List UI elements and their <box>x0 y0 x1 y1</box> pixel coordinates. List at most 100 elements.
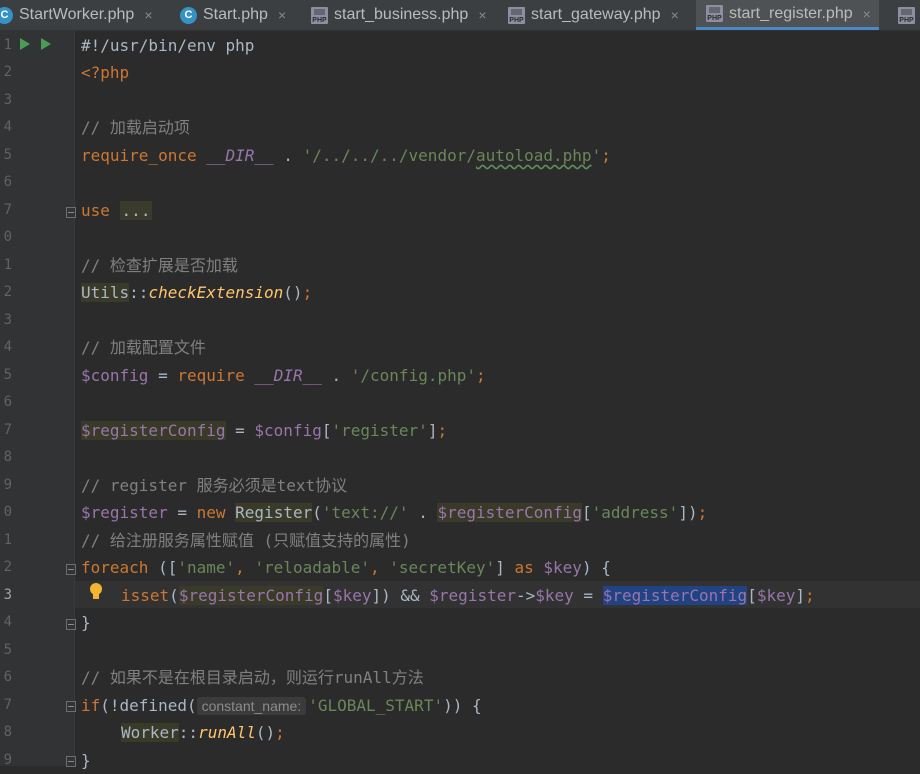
line-number: 7 <box>3 422 12 438</box>
variable-selected: $registerConfig <box>602 586 748 605</box>
close-icon[interactable]: × <box>671 7 679 23</box>
line-number: 2 <box>3 284 12 300</box>
tab-label: Start.php <box>203 6 268 23</box>
line-number: 5 <box>3 642 12 658</box>
php-file-icon: PHP <box>706 5 723 22</box>
code-line-current: isset($registerConfig[$key]) && $registe… <box>121 582 815 609</box>
function: (!defined( <box>100 696 197 715</box>
keyword: as <box>514 558 534 577</box>
operator: . <box>273 146 303 165</box>
line-number: 9 <box>3 752 12 768</box>
comment: // 加载启动项 <box>81 118 190 137</box>
comma: , <box>370 558 390 577</box>
semicolon: ; <box>437 421 448 440</box>
code-line: } <box>81 747 91 774</box>
string-path-link[interactable]: autoload.php <box>476 146 592 165</box>
operator: :: <box>178 723 199 742</box>
code-line: } <box>81 609 91 636</box>
variable: $key <box>332 586 372 605</box>
parens: () <box>283 283 303 302</box>
brace: )) { <box>443 696 482 715</box>
parameter-hint: constant_name: <box>196 697 307 715</box>
bracket: ]) <box>678 503 698 522</box>
variable: $config <box>81 366 149 385</box>
code-line: #!/usr/bin/env php <box>81 32 254 59</box>
tab-start-register[interactable]: PHP start_register.php × <box>696 0 879 30</box>
code-line: // 给注册服务属性赋值 (只赋值支持的属性) <box>81 527 411 554</box>
code-line: // 加载启动项 <box>81 114 190 141</box>
line-number: 1 <box>3 257 12 273</box>
close-icon[interactable]: × <box>144 7 152 23</box>
close-icon[interactable]: × <box>863 6 871 22</box>
operator: = <box>573 586 603 605</box>
code-editor[interactable]: #!/usr/bin/env php <?php // 加载启动项 requir… <box>75 31 920 770</box>
close-icon[interactable]: × <box>278 7 286 23</box>
line-number: 9 <box>3 477 12 493</box>
tab-start-business[interactable]: PHP start_business.php × <box>311 0 487 30</box>
tab-label: StartWorker.php <box>19 6 135 23</box>
parens: () <box>255 723 276 742</box>
tab-start[interactable]: C Start.php × <box>180 0 286 30</box>
brace: ) { <box>581 558 611 577</box>
run-icon[interactable] <box>20 38 30 50</box>
code-line: $register = new Register('text://' . $re… <box>81 499 707 526</box>
code-line: use ... <box>81 197 153 224</box>
string: 'secretKey' <box>389 558 496 577</box>
comment: // 检查扩展是否加载 <box>81 256 238 275</box>
paren: ( <box>312 503 322 522</box>
line-number: 2 <box>3 559 12 575</box>
run-all-icon[interactable] <box>41 38 51 50</box>
variable: $config <box>254 421 322 440</box>
string: 'name' <box>177 558 236 577</box>
operator: -> <box>515 586 536 605</box>
comment: // register 服务必须是text协议 <box>81 476 348 495</box>
operator: . <box>321 366 351 385</box>
bracket: ] <box>795 586 805 605</box>
function: isset <box>121 586 170 605</box>
magic-constant: __DIR__ <box>254 366 322 385</box>
variable: $registerConfig <box>437 503 582 522</box>
php-icon-text: PHP <box>899 16 914 24</box>
paren: ( <box>169 586 179 605</box>
semicolon: ; <box>805 586 815 605</box>
magic-constant: __DIR__ <box>206 146 274 165</box>
line-number: 1 <box>3 532 12 548</box>
line-number: 6 <box>3 669 12 685</box>
semicolon: ; <box>476 366 486 385</box>
line-number-current: 3 <box>3 587 12 603</box>
bracket: [ <box>581 503 592 522</box>
tab-overflow[interactable]: PHP <box>898 0 920 30</box>
comment: // 给注册服务属性赋值 (只赋值支持的属性) <box>81 531 411 550</box>
operator: = <box>167 503 197 522</box>
close-icon[interactable]: × <box>478 7 486 23</box>
line-number: 7 <box>3 202 12 218</box>
variable: $register <box>81 503 168 522</box>
string: 'register' <box>331 421 428 440</box>
semicolon: ; <box>697 503 708 522</box>
code-line: Utils::checkExtension(); <box>81 279 312 306</box>
tab-label: start_gateway.php <box>531 6 661 23</box>
lightbulb-icon[interactable] <box>89 583 103 605</box>
static-method: runAll <box>198 723 256 742</box>
tab-startworker[interactable]: C StartWorker.php × <box>0 0 153 30</box>
brace: } <box>81 613 91 632</box>
line-number: 3 <box>3 312 12 328</box>
line-number: 0 <box>3 229 12 245</box>
line-number: 1 <box>3 37 12 53</box>
string: 'GLOBAL_START' <box>308 696 444 715</box>
semicolon: ; <box>302 283 313 302</box>
line-number: 4 <box>3 339 12 355</box>
code-line: // 如果不是在根目录启动，则运行runAll方法 <box>81 664 424 691</box>
keyword: if <box>81 696 101 715</box>
line-number: 5 <box>3 147 12 163</box>
folded-imports[interactable]: ... <box>119 201 153 220</box>
tab-label: start_business.php <box>334 6 469 23</box>
tab-start-gateway[interactable]: PHP start_gateway.php × <box>508 0 679 30</box>
bracket: ] <box>427 421 438 440</box>
php-icon-text: PHP <box>509 16 524 24</box>
variable: $key <box>543 558 582 577</box>
variable: $register <box>429 586 516 605</box>
code-line: // 加载配置文件 <box>81 334 206 361</box>
variable: $registerConfig <box>81 421 226 440</box>
php-open-tag: <?php <box>81 63 130 82</box>
